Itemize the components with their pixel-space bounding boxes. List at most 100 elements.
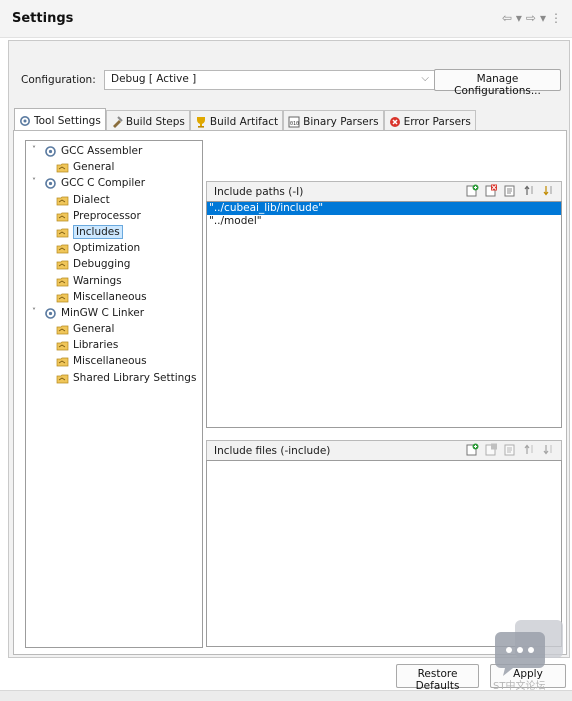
tree-node[interactable]: General bbox=[26, 322, 202, 338]
back-menu-icon[interactable]: ▾ bbox=[516, 11, 522, 25]
option-category-icon bbox=[56, 196, 69, 205]
tab-label: Build Artifact bbox=[209, 115, 279, 128]
tree-node[interactable]: ˅ GCC C Compiler bbox=[26, 176, 202, 192]
more-options-icon[interactable]: ⋮ bbox=[550, 11, 562, 25]
settings-body: Configuration: Debug [ Active ] ⌵ Manage… bbox=[8, 40, 570, 658]
watermark: ST中文论坛 bbox=[493, 618, 565, 692]
tree-node-label: Shared Library Settings bbox=[73, 371, 197, 384]
nav-buttons: ⇦ ▾ ⇨ ▾ ⋮ bbox=[502, 11, 562, 25]
add-icon[interactable] bbox=[466, 184, 479, 197]
tree-node[interactable]: Miscellaneous bbox=[26, 354, 202, 370]
tree-node[interactable]: ˅ MinGW C Linker bbox=[26, 306, 202, 322]
tree-node[interactable]: Debugging bbox=[26, 257, 202, 273]
svg-text:010: 010 bbox=[290, 121, 299, 127]
include-paths-title: Include paths (-I) bbox=[214, 186, 304, 198]
tree-node[interactable]: Dialect bbox=[26, 193, 202, 209]
tab-label: Error Parsers bbox=[403, 115, 471, 128]
move-down-icon[interactable] bbox=[542, 184, 555, 197]
include-path-item[interactable]: "../model" bbox=[207, 215, 561, 228]
settings-tree[interactable]: ˅ GCC Assembler General ˅ GCC C Compiler Dial… bbox=[25, 140, 203, 648]
tab-build-steps[interactable]: Build Steps bbox=[105, 110, 190, 130]
include-files-header: Include files (-include) bbox=[206, 440, 562, 460]
tree-node[interactable]: General bbox=[26, 160, 202, 176]
option-category-icon bbox=[56, 341, 69, 351]
window-title: Settings bbox=[12, 11, 74, 26]
tab-binary-parsers[interactable]: 010 Binary Parsers bbox=[283, 110, 384, 130]
tree-node-label: General bbox=[73, 161, 115, 174]
tab-tool-settings[interactable]: Tool Settings bbox=[14, 108, 106, 130]
title-bar: Settings ⇦ ▾ ⇨ ▾ ⋮ bbox=[0, 0, 572, 38]
tree-node[interactable]: Preprocessor bbox=[26, 209, 202, 225]
tree-node-label: GCC Assembler bbox=[61, 145, 143, 157]
tree-node-label: Debugging bbox=[73, 258, 131, 271]
tab-label: Build Steps bbox=[125, 115, 185, 128]
tool-gear-icon bbox=[45, 308, 56, 319]
watermark-text: ST中文论坛 bbox=[493, 681, 546, 692]
tree-node-label: Miscellaneous bbox=[73, 355, 147, 368]
include-path-item[interactable]: "../cubeai_lib/include" bbox=[207, 202, 561, 215]
option-category-icon bbox=[56, 260, 69, 270]
tree-node[interactable]: Includes bbox=[26, 224, 202, 241]
option-category-icon bbox=[56, 374, 69, 383]
bottom-bar bbox=[0, 690, 572, 701]
tree-node-label: Dialect bbox=[73, 193, 110, 206]
move-down-icon[interactable] bbox=[542, 443, 555, 456]
tree-node-label: General bbox=[73, 323, 115, 336]
include-paths-toolbar bbox=[466, 184, 555, 197]
edit-icon[interactable] bbox=[504, 184, 517, 197]
build-artifact-icon bbox=[196, 116, 205, 128]
tool-gear-icon bbox=[45, 178, 56, 190]
delete-icon[interactable] bbox=[485, 443, 498, 456]
tool-settings-panel: ˅ GCC Assembler General ˅ GCC C Compiler Dial… bbox=[13, 130, 567, 655]
delete-icon[interactable] bbox=[485, 184, 498, 197]
restore-defaults-button[interactable]: Restore Defaults bbox=[396, 664, 479, 692]
error-parsers-icon bbox=[389, 116, 400, 127]
configuration-label: Configuration: bbox=[21, 74, 96, 86]
option-category-icon bbox=[56, 244, 69, 254]
tool-gear-icon bbox=[45, 146, 56, 157]
option-category-icon bbox=[56, 228, 69, 238]
add-icon[interactable] bbox=[466, 443, 479, 456]
move-up-icon[interactable] bbox=[523, 443, 536, 456]
option-category-icon bbox=[56, 212, 69, 222]
tab-bar: Tool Settings Build Steps Build Artifact… bbox=[14, 108, 476, 130]
configuration-select[interactable]: Debug [ Active ] ⌵ bbox=[104, 70, 436, 90]
binary-parsers-icon: 010 bbox=[288, 116, 300, 127]
chat-bubble-icon bbox=[495, 620, 563, 676]
tree-node[interactable]: ˅ GCC Assembler bbox=[26, 144, 202, 160]
edit-icon[interactable] bbox=[504, 443, 517, 456]
option-category-icon bbox=[56, 277, 69, 286]
tree-node-label: Preprocessor bbox=[73, 209, 141, 222]
include-files-title: Include files (-include) bbox=[214, 445, 331, 457]
tab-build-artifact[interactable]: Build Artifact bbox=[189, 110, 284, 130]
option-category-icon bbox=[56, 293, 69, 303]
tree-node[interactable]: Miscellaneous bbox=[26, 290, 202, 306]
tree-node[interactable]: Shared Library Settings bbox=[26, 371, 202, 387]
manage-configurations-button[interactable]: Manage Configurations... bbox=[434, 69, 561, 97]
tab-error-parsers[interactable]: Error Parsers bbox=[383, 110, 476, 130]
tool-settings-icon bbox=[20, 115, 30, 126]
include-files-toolbar bbox=[466, 443, 555, 456]
tree-node[interactable]: Optimization bbox=[26, 241, 202, 257]
back-icon[interactable]: ⇦ bbox=[502, 11, 512, 25]
expand-chevron-icon[interactable]: ˅ bbox=[32, 145, 36, 154]
build-steps-icon bbox=[112, 115, 123, 128]
move-up-icon[interactable] bbox=[523, 184, 536, 197]
forward-icon[interactable]: ⇨ bbox=[526, 11, 536, 25]
tree-node-label: Libraries bbox=[73, 339, 119, 352]
tree-node-label: MinGW C Linker bbox=[61, 306, 145, 319]
tree-node[interactable]: Warnings bbox=[26, 274, 202, 290]
forward-menu-icon[interactable]: ▾ bbox=[540, 11, 546, 25]
include-paths-list[interactable]: "../cubeai_lib/include" "../model" bbox=[206, 201, 562, 428]
option-category-icon bbox=[56, 325, 69, 335]
configuration-row: Configuration: Debug [ Active ] ⌵ Manage… bbox=[9, 51, 569, 97]
option-category-icon bbox=[56, 163, 69, 173]
tab-label: Binary Parsers bbox=[303, 115, 379, 128]
expand-chevron-icon[interactable]: ˅ bbox=[32, 177, 36, 186]
tree-node[interactable]: Libraries bbox=[26, 338, 202, 354]
include-paths-header: Include paths (-I) bbox=[206, 181, 562, 201]
expand-chevron-icon[interactable]: ˅ bbox=[32, 307, 36, 316]
tree-node-label: GCC C Compiler bbox=[61, 177, 146, 190]
option-category-icon bbox=[56, 358, 69, 367]
chevron-down-icon: ⌵ bbox=[421, 73, 429, 84]
